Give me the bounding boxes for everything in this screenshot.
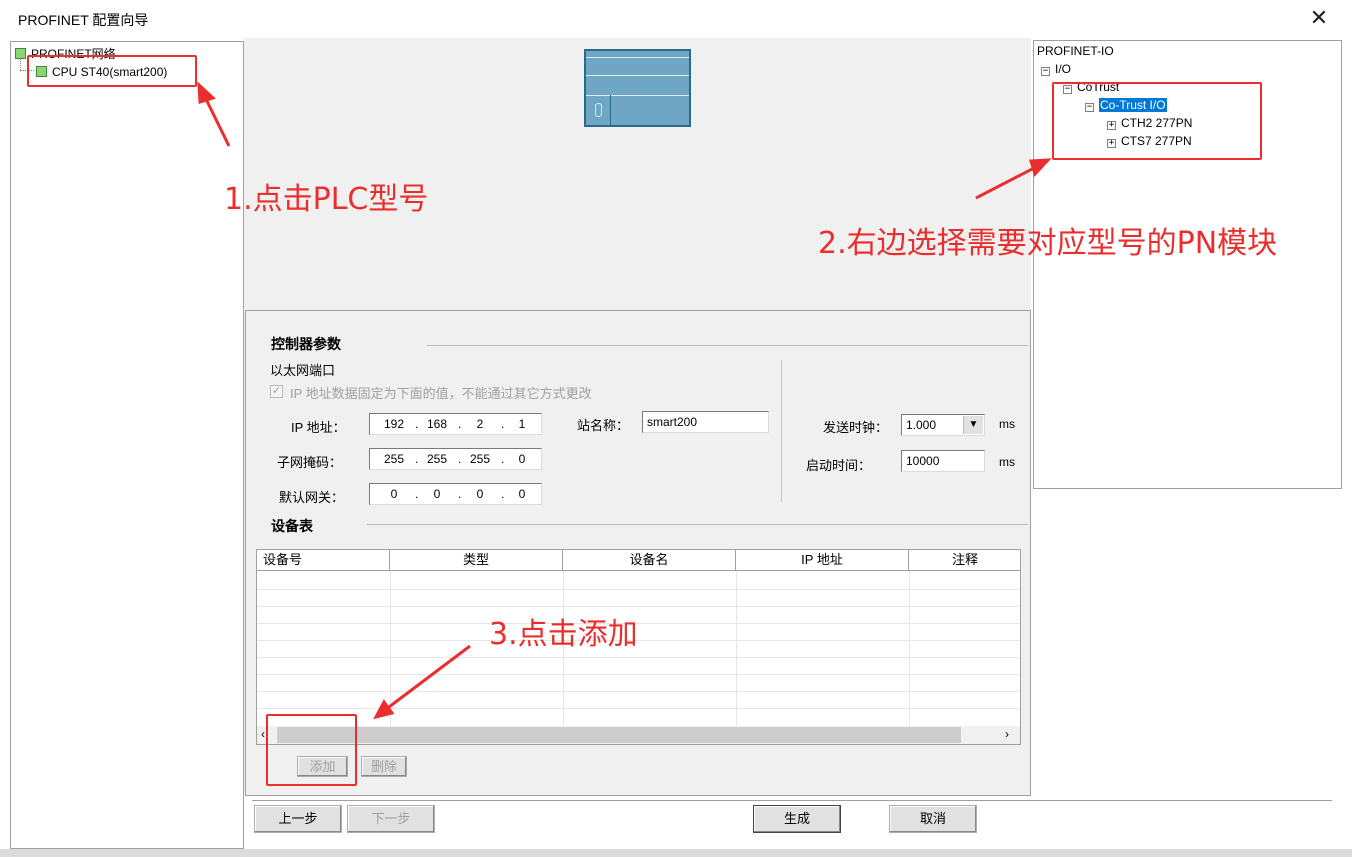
annotation-arrows xyxy=(197,81,1052,720)
arrow-to-modules xyxy=(975,164,1039,200)
arrow-head xyxy=(373,699,395,720)
arrow-head xyxy=(197,81,216,104)
arrow-head xyxy=(1029,158,1052,177)
arrow-to-cpu xyxy=(202,94,231,147)
arrow-to-add xyxy=(384,644,471,712)
